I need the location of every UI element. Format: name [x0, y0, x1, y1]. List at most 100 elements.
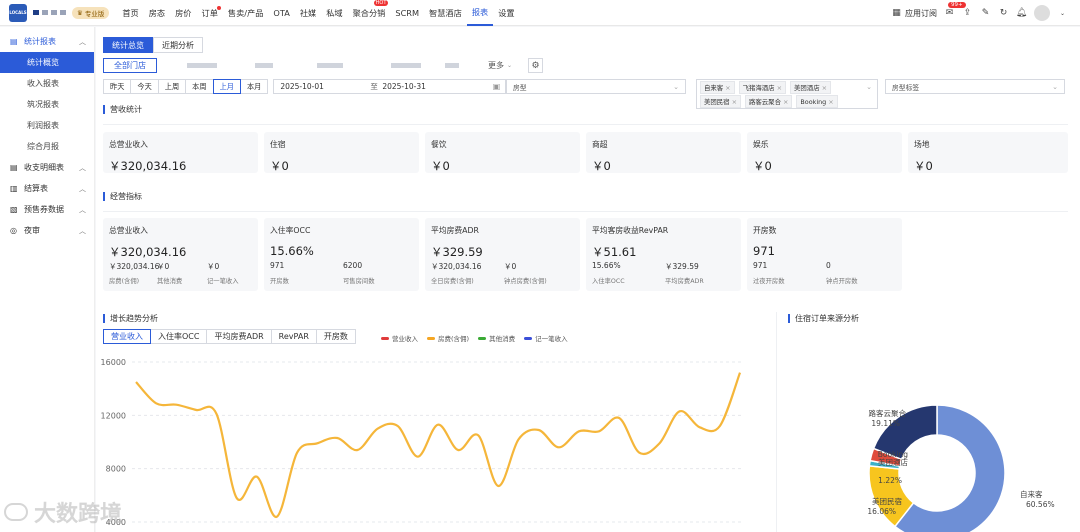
sub-label: 入住率OCC: [592, 278, 625, 285]
sidebar-group-stats[interactable]: ▤ 统计报表 ︿: [0, 31, 94, 52]
edit-icon[interactable]: ✎: [980, 8, 991, 19]
nav-item[interactable]: 首页: [117, 0, 143, 26]
main-menu: 首页 房态 房价 订单 售卖/产品 OTA 社媒 私域 聚合分销 HOT SCRM 智慧酒店 报表 设置: [117, 0, 519, 26]
bell-icon[interactable]: 🔔︎: [1016, 8, 1027, 19]
trend-line-chart: 16000 12000 8000 4000: [101, 358, 744, 527]
trend-tab-rooms[interactable]: 开房数: [315, 329, 356, 344]
chevron-up-icon: ︿: [79, 205, 86, 214]
message-icon[interactable]: ✉ 99+: [944, 1, 966, 19]
sidebar-group-night-audit[interactable]: ◎ 夜审 ︿: [0, 220, 94, 241]
legend-item[interactable]: 房费(含佣): [427, 333, 469, 343]
nav-item[interactable]: 智慧酒店: [424, 0, 467, 26]
legend-swatch: [524, 336, 533, 340]
refresh-icon[interactable]: ↻: [998, 8, 1009, 19]
more-stores-dropdown[interactable]: 更多 ⌄: [488, 58, 512, 73]
card-label: 开房数: [753, 226, 777, 235]
legend-item[interactable]: 营业收入: [381, 333, 418, 343]
trend-tab-adr[interactable]: 平均房费ADR: [206, 329, 272, 344]
close-icon[interactable]: ×: [783, 98, 788, 106]
store-item[interactable]: [255, 63, 273, 68]
legend-item[interactable]: 记一笔收入: [524, 333, 568, 343]
close-icon[interactable]: ×: [822, 84, 827, 92]
room-tag-select[interactable]: 房型标签 ⌄: [885, 79, 1065, 94]
pro-badge-label: 专业版: [84, 9, 105, 18]
export-icon[interactable]: ⇪: [962, 8, 973, 19]
trend-tab-occ[interactable]: 入住率OCC: [150, 329, 208, 344]
nav-item[interactable]: 报表: [466, 0, 494, 26]
date-this-month[interactable]: 本月: [239, 79, 269, 94]
series-line[interactable]: [135, 372, 742, 518]
card-label: 总营业收入: [109, 140, 148, 149]
kpi-card-occ: 入住率OCC 15.66% 971 6200 开房数 可售房间数: [264, 218, 419, 291]
nav-item[interactable]: 订单: [197, 0, 223, 26]
close-icon[interactable]: ×: [732, 98, 737, 106]
legend-label: 记一笔收入: [535, 335, 568, 343]
nav-item[interactable]: 房价: [170, 0, 196, 26]
store-item[interactable]: [187, 63, 217, 68]
sidebar-item-overview[interactable]: 统计概览: [0, 52, 94, 73]
close-icon[interactable]: ×: [828, 98, 833, 106]
nav-item[interactable]: 社媒: [295, 0, 321, 26]
sidebar-group-label: 预售券数据: [24, 205, 64, 214]
subscription-link[interactable]: 应用订阅: [905, 8, 937, 19]
nav-item[interactable]: 设置: [493, 0, 519, 26]
sub-label: 过夜开房数: [753, 278, 785, 285]
close-icon[interactable]: ×: [777, 84, 782, 92]
y-tick-label: 8000: [106, 465, 126, 474]
date-range-picker[interactable]: 2025-10-01 至 2025-10-31 ▣: [273, 79, 507, 94]
store-item[interactable]: [391, 63, 421, 68]
revenue-card-entertainment: 娱乐 ￥0: [747, 132, 902, 173]
trend-section-title: 增长趋势分析: [103, 314, 158, 323]
nav-item[interactable]: SCRM: [390, 0, 424, 26]
top-right-tools: ▦ 应用订阅 ✉ 99+ ⇪ ✎ ↻ 🔔︎ ⌄: [891, 0, 1068, 26]
sidebar-group-coupon[interactable]: ▧ 预售券数据 ︿: [0, 199, 94, 220]
room-type-select[interactable]: 房型 ⌄: [506, 79, 686, 94]
revenue-section-title: 营收统计: [103, 105, 142, 114]
tab-overview[interactable]: 统计总览: [103, 37, 153, 53]
nav-item[interactable]: OTA: [268, 0, 294, 26]
nav-item[interactable]: 售卖/产品: [223, 0, 269, 26]
store-selector: 全部门店: [103, 58, 526, 74]
sidebar-item-income[interactable]: 收入报表: [0, 73, 94, 94]
date-today[interactable]: 今天: [130, 79, 159, 94]
night-audit-icon: ◎: [10, 226, 17, 235]
date-last-week[interactable]: 上周: [157, 79, 187, 94]
sub-value: ￥320,034.16: [109, 262, 160, 271]
chevron-down-icon[interactable]: ⌄: [1057, 8, 1068, 19]
chip-label: Booking: [800, 97, 827, 106]
trend-tab-revenue[interactable]: 营业收入: [103, 329, 151, 344]
date-last-month[interactable]: 上月: [212, 79, 241, 94]
tab-recent-analysis[interactable]: 近期分析: [153, 37, 203, 53]
gear-icon[interactable]: ⚙: [528, 58, 543, 73]
legend-item[interactable]: 其他消费: [478, 333, 515, 343]
sidebar-item-profit[interactable]: 利润报表: [0, 115, 94, 136]
card-label: 总营业收入: [109, 226, 148, 235]
nav-item[interactable]: 房态: [144, 0, 170, 26]
trend-tab-revpar[interactable]: RevPAR: [270, 329, 317, 344]
store-item[interactable]: [317, 63, 343, 68]
nav-item[interactable]: 聚合分销 HOT: [348, 0, 391, 26]
sidebar-group-settlement[interactable]: ▥ 结算表 ︿: [0, 178, 94, 199]
sidebar-item-status[interactable]: 筑况报表: [0, 94, 94, 115]
all-stores-button[interactable]: 全部门店: [103, 58, 157, 73]
channel-select[interactable]: 自来客 × 飞猪海酒店 × 美团酒店 × 美团民宿 × 路客云聚合 × Booking × …: [696, 79, 878, 109]
chevron-down-icon: ⌄: [673, 82, 679, 91]
sidebar-group-ledger[interactable]: ▤ 收支明细表 ︿: [0, 157, 94, 178]
card-value: 15.66%: [270, 244, 314, 258]
date-yesterday[interactable]: 昨天: [103, 79, 132, 94]
channel-chip: 美团民宿 ×: [700, 95, 742, 108]
app-logo[interactable]: LOCALS: [9, 3, 27, 22]
date-this-week[interactable]: 本周: [185, 79, 214, 94]
end-date: 2025-10-31: [382, 82, 426, 91]
store-item[interactable]: [445, 63, 459, 68]
sub-label: 开房数: [270, 278, 289, 285]
nav-item[interactable]: 私域: [321, 0, 347, 26]
y-tick-label: 4000: [106, 518, 126, 527]
close-icon[interactable]: ×: [725, 84, 730, 92]
grid-icon[interactable]: ▦: [891, 8, 902, 19]
sidebar-item-monthly[interactable]: 综合月报: [0, 136, 94, 157]
channel-chip: 飞猪海酒店 ×: [738, 81, 787, 94]
revenue-card-dining: 餐饮 ￥0: [425, 132, 580, 173]
kpi-card-rooms-sold: 开房数 971 971 0 过夜开房数 钟点开房数: [747, 218, 902, 291]
avatar[interactable]: [1034, 5, 1050, 21]
